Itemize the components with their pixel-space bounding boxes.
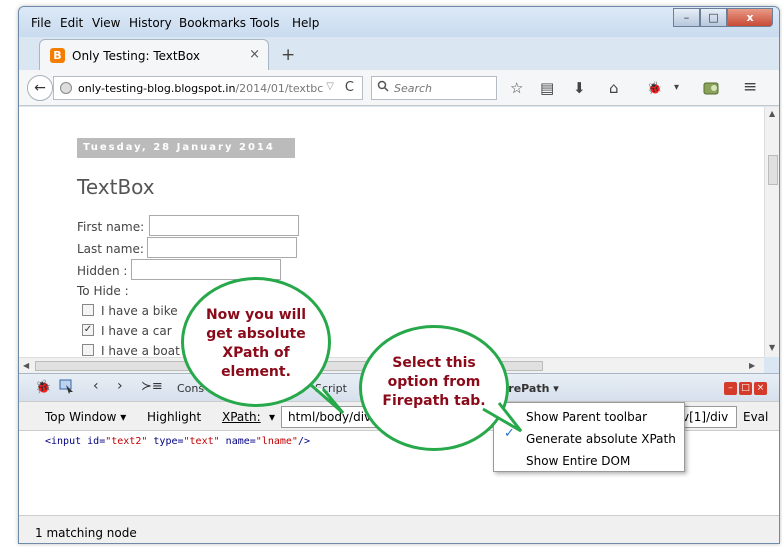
reading-list-icon[interactable]: ▤ xyxy=(540,79,554,97)
matched-node-code[interactable]: <input id="text2" type="text" name="lnam… xyxy=(45,436,310,447)
code-val-id: "text2" xyxy=(105,436,148,447)
code-tag-close: /> xyxy=(297,436,310,447)
menu-file[interactable]: File xyxy=(31,16,51,30)
url-text: only-testing-blog.blogspot.in/2014/01/te… xyxy=(78,82,323,95)
top-window-label: Top Window xyxy=(45,410,117,424)
search-input[interactable]: Search xyxy=(371,76,497,100)
scroll-down-arrow-icon[interactable]: ▼ xyxy=(769,343,775,352)
page-content: Tuesday, 28 January 2014 TextBox First n… xyxy=(19,107,764,357)
back-button[interactable]: ← xyxy=(27,75,53,101)
extension-icon[interactable] xyxy=(703,80,719,100)
bike-label: I have a bike xyxy=(101,304,178,318)
url-bar[interactable]: only-testing-blog.blogspot.in/2014/01/te… xyxy=(53,76,363,100)
menu-bookmarks[interactable]: Bookmarks xyxy=(179,16,246,30)
menu-bar: File Edit View History Bookmarks Tools H… xyxy=(19,7,779,37)
scroll-up-arrow-icon[interactable]: ▲ xyxy=(769,109,775,118)
callout-left-tail xyxy=(310,383,345,415)
command-line-icon[interactable]: ≻≡ xyxy=(141,379,163,394)
firebug-detach-button[interactable]: □ xyxy=(739,382,752,395)
page-title: TextBox xyxy=(77,175,155,199)
callout-left-text: Now you will get absolute XPath of eleme… xyxy=(205,307,307,380)
code-val-type: "text" xyxy=(183,436,220,447)
chevron-down-icon: ▾ xyxy=(120,410,127,424)
navigation-bar: ← only-testing-blog.blogspot.in/2014/01/… xyxy=(19,70,779,106)
to-hide-label: To Hide : xyxy=(77,284,129,298)
code-attr-id: id= xyxy=(87,436,106,447)
download-icon[interactable]: ⬇ xyxy=(573,79,586,97)
forward-arrow-icon[interactable]: › xyxy=(117,378,123,394)
tab-strip: B Only Testing: TextBox × + xyxy=(19,37,779,70)
hidden-label: Hidden : xyxy=(77,264,128,278)
firebug-window-controls: – □ × xyxy=(724,382,767,395)
menu-item-show-parent-toolbar[interactable]: Show Parent toolbar xyxy=(526,410,647,424)
browser-window: File Edit View History Bookmarks Tools H… xyxy=(18,6,780,544)
vertical-scroll-thumb[interactable] xyxy=(768,155,778,185)
car-label: I have a car xyxy=(101,324,172,338)
code-attr-type: type= xyxy=(153,436,184,447)
firebug-dropdown-icon[interactable]: ▾ xyxy=(674,82,679,93)
last-name-field[interactable] xyxy=(147,237,297,258)
menu-item-show-entire-dom[interactable]: Show Entire DOM xyxy=(526,454,630,468)
firebug-bug-icon[interactable]: 🐞 xyxy=(35,380,51,395)
tab-close-icon[interactable]: × xyxy=(249,47,260,62)
home-icon[interactable]: ⌂ xyxy=(609,79,619,97)
top-window-dropdown[interactable]: Top Window ▾ xyxy=(45,410,126,424)
bike-checkbox[interactable] xyxy=(82,304,94,316)
back-arrow-icon[interactable]: ‹ xyxy=(93,378,99,394)
bookmark-star-icon[interactable]: ☆ xyxy=(510,79,523,97)
globe-icon xyxy=(60,82,72,94)
tab-title: Only Testing: TextBox xyxy=(72,49,200,63)
boat-checkbox[interactable] xyxy=(82,344,94,356)
url-path: /2014/01/textbc xyxy=(235,82,324,95)
menu-tools[interactable]: Tools xyxy=(250,16,280,30)
menu-help[interactable]: Help xyxy=(292,16,319,30)
search-placeholder: Search xyxy=(394,82,433,95)
first-name-label: First name: xyxy=(77,220,145,234)
first-name-field[interactable] xyxy=(149,215,299,236)
xpath-dropdown-icon[interactable]: ▾ xyxy=(269,410,275,424)
xpath-value-tail: v[1]/div xyxy=(682,410,729,424)
code-val-name: "lname" xyxy=(255,436,298,447)
last-name-label: Last name: xyxy=(77,242,144,256)
scroll-right-arrow-icon[interactable]: ▶ xyxy=(749,361,755,370)
close-button[interactable]: x xyxy=(727,8,773,27)
tab-only-testing[interactable]: B Only Testing: TextBox × xyxy=(39,39,269,70)
callout-right-tail xyxy=(482,402,523,433)
firebug-icon[interactable]: 🐞 xyxy=(647,81,662,95)
search-icon xyxy=(377,80,389,95)
hamburger-menu-icon[interactable]: ≡ xyxy=(743,77,757,97)
post-date: Tuesday, 28 January 2014 xyxy=(77,138,295,158)
menu-history[interactable]: History xyxy=(129,16,172,30)
scroll-left-arrow-icon[interactable]: ◀ xyxy=(23,361,29,370)
new-tab-button[interactable]: + xyxy=(281,45,295,65)
code-tag-open: <input xyxy=(45,436,82,447)
car-checkbox[interactable]: ✓ xyxy=(82,324,94,336)
url-host: only-testing-blog.blogspot.in xyxy=(78,82,236,95)
minimize-button[interactable]: – xyxy=(673,8,700,27)
blogger-icon: B xyxy=(50,48,65,63)
eval-button[interactable]: Eval xyxy=(743,410,768,424)
menu-item-generate-absolute-xpath[interactable]: Generate absolute XPath xyxy=(526,432,676,446)
status-text: 1 matching node xyxy=(35,526,137,540)
firebug-minimize-button[interactable]: – xyxy=(724,382,737,395)
maximize-button[interactable]: □ xyxy=(700,8,727,27)
xpath-label[interactable]: XPath: xyxy=(222,410,261,424)
menu-view[interactable]: View xyxy=(92,16,120,30)
window-controls: – □ x xyxy=(673,8,773,29)
history-dropdown-icon[interactable]: ▽ xyxy=(326,81,334,92)
inspect-icon[interactable] xyxy=(59,379,75,398)
vertical-scrollbar[interactable]: ▲ ▼ xyxy=(764,107,779,357)
status-bar: 1 matching node xyxy=(19,515,779,543)
boat-label: I have a boat xyxy=(101,344,180,357)
highlight-button[interactable]: Highlight xyxy=(147,410,201,424)
firebug-close-button[interactable]: × xyxy=(754,382,767,395)
callout-right-text: Select this option from Firepath tab. xyxy=(382,355,486,409)
reload-icon[interactable]: C xyxy=(345,80,354,95)
menu-edit[interactable]: Edit xyxy=(60,16,83,30)
code-attr-name: name= xyxy=(225,436,256,447)
